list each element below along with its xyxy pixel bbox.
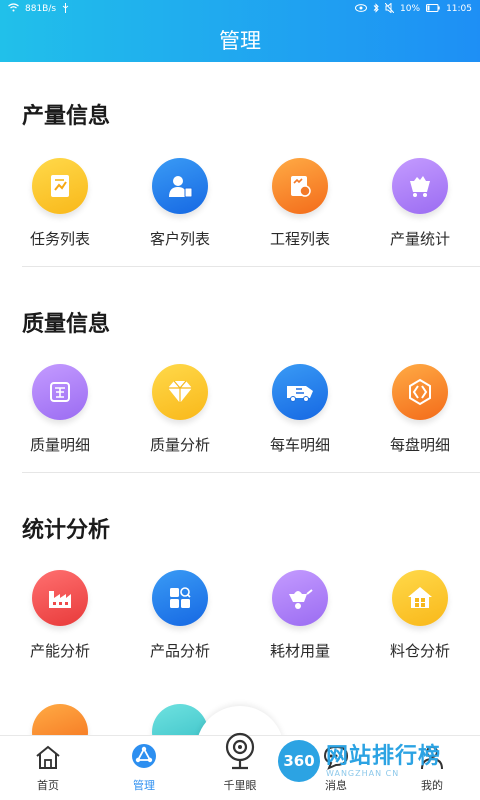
- menu-item-label: 产品分析: [149, 642, 210, 660]
- battery-icon: [426, 3, 440, 15]
- manage-icon: [130, 742, 158, 773]
- menu-item-label: 客户列表: [149, 230, 210, 248]
- menu-item-label: 质量分析: [149, 436, 210, 454]
- main-content[interactable]: 产量信息 任务列表 客户列表 工程列表 产量统计 质量信息 质量明细 质量分析 …: [0, 62, 480, 736]
- project-icon: [272, 158, 328, 214]
- battery-level: 10%: [400, 4, 421, 14]
- menu-item-label: 每盘明细: [389, 436, 450, 454]
- eye-icon: [355, 3, 368, 15]
- section-title-production: 产量信息: [22, 104, 111, 129]
- menu-item-capacity-analysis[interactable]: 产能分析: [0, 570, 120, 661]
- menu-item-label: 任务列表: [29, 230, 90, 248]
- section-divider: [22, 472, 480, 473]
- silo-icon: [392, 570, 448, 626]
- product-grid-icon: [152, 570, 208, 626]
- menu-item-product-analysis[interactable]: 产品分析: [120, 570, 240, 661]
- page-title: 管理: [219, 29, 261, 53]
- status-bar: 881B/s 10% 11:05: [0, 0, 480, 18]
- task-list-icon: [32, 158, 88, 214]
- watermark-text: 网站排行榜: [326, 743, 442, 769]
- menu-item-consumables-usage[interactable]: 耗材用量: [240, 570, 360, 661]
- usb-icon: [62, 2, 69, 16]
- home-icon: [34, 744, 62, 773]
- menu-item-silo-analysis[interactable]: 料仓分析: [360, 570, 480, 661]
- menu-item-partial[interactable]: [0, 704, 120, 736]
- tab-label: 首页: [37, 779, 59, 792]
- section-divider: [22, 266, 480, 267]
- tab-label: 管理: [133, 779, 155, 792]
- menu-item-label: 工程列表: [269, 230, 330, 248]
- menu-item-per-plate-detail[interactable]: 每盘明细: [360, 364, 480, 455]
- menu-item-label: 产量统计: [389, 230, 450, 248]
- menu-item-label: 每车明细: [269, 436, 330, 454]
- production-cart-icon: [392, 158, 448, 214]
- section-title-statistics: 统计分析: [22, 518, 111, 543]
- quality-detail-icon: [32, 364, 88, 420]
- wheelbarrow-icon: [272, 570, 328, 626]
- menu-item-label: 质量明细: [29, 436, 90, 454]
- watermark-logo: 360: [278, 740, 320, 782]
- tab-camera[interactable]: 千里眼: [192, 732, 288, 800]
- menu-item-label: 产能分析: [29, 642, 90, 660]
- watermark-overlay: 360 网站排行榜 WANGZHAN CN: [278, 740, 441, 782]
- quality-grid: 质量明细 质量分析 每车明细 每盘明细: [0, 364, 480, 455]
- menu-item-production-stats[interactable]: 产量统计: [360, 158, 480, 249]
- bluetooth-icon: [373, 2, 379, 16]
- menu-item-label: 耗材用量: [269, 642, 330, 660]
- wifi-icon: [8, 3, 19, 15]
- diamond-icon: [152, 364, 208, 420]
- menu-item-per-truck-detail[interactable]: 每车明细: [240, 364, 360, 455]
- menu-item-quality-analysis[interactable]: 质量分析: [120, 364, 240, 455]
- camera-icon: [223, 732, 257, 773]
- page-header: 管理: [0, 18, 480, 62]
- statistics-grid: 产能分析 产品分析 耗材用量 料仓分析: [0, 570, 480, 661]
- menu-item-label: 料仓分析: [389, 642, 450, 660]
- mute-icon: [384, 1, 395, 16]
- tab-label: 千里眼: [223, 779, 257, 792]
- tab-manage[interactable]: 管理: [96, 736, 192, 800]
- menu-item-project-list[interactable]: 工程列表: [240, 158, 360, 249]
- menu-item-quality-detail[interactable]: 质量明细: [0, 364, 120, 455]
- tab-home[interactable]: 首页: [0, 736, 96, 800]
- production-grid: 任务列表 客户列表 工程列表 产量统计: [0, 158, 480, 249]
- customer-icon: [152, 158, 208, 214]
- network-speed: 881B/s: [25, 4, 57, 14]
- plate-icon: [392, 364, 448, 420]
- watermark-subtext: WANGZHAN CN: [326, 768, 400, 778]
- status-time: 11:05: [446, 4, 472, 14]
- menu-item-task-list[interactable]: 任务列表: [0, 158, 120, 249]
- section-title-quality: 质量信息: [22, 312, 111, 337]
- menu-item-customer-list[interactable]: 客户列表: [120, 158, 240, 249]
- truck-icon: [272, 364, 328, 420]
- delivery-truck-icon: [32, 704, 88, 736]
- factory-icon: [32, 570, 88, 626]
